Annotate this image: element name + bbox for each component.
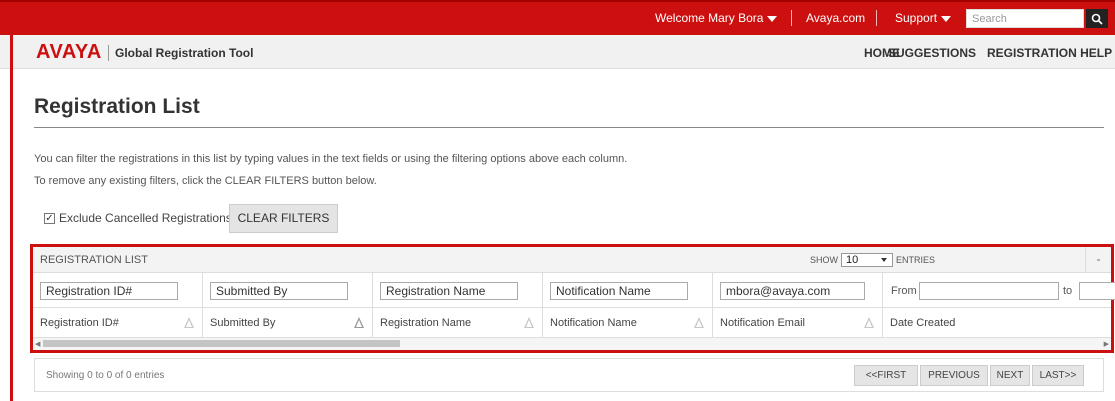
registration-list-panel: REGISTRATION LIST SHOW 10 ENTRIES - Regi… [30, 244, 1115, 353]
column-label: Notification Name [550, 317, 637, 329]
main-header: AVAYA Global Registration Tool HOME SUGG… [0, 35, 1115, 69]
exclude-cancelled-label: Exclude Cancelled Registrations [59, 211, 232, 225]
first-page-button[interactable]: <<FIRST [854, 365, 918, 386]
search-input[interactable]: Search [966, 9, 1084, 28]
column-header-notification-name[interactable]: Notification Name [543, 308, 713, 338]
showing-entries-text: Showing 0 to 0 of 0 entries [46, 370, 165, 381]
date-from-input[interactable] [919, 282, 1059, 300]
support-label: Support [895, 11, 938, 25]
entries-label: ENTRIES [896, 255, 936, 265]
top-utility-bar: Welcome Mary Bora Avaya.com Support Sear… [0, 0, 1115, 35]
show-label: SHOW [810, 255, 838, 265]
exclude-cancelled-option[interactable]: ✓ Exclude Cancelled Registrations [44, 211, 232, 225]
filter-cell: Submitted By [203, 273, 373, 308]
scroll-left-icon[interactable]: ◀ [35, 340, 40, 348]
collapse-button[interactable]: - [1085, 247, 1111, 272]
column-header-registration-name[interactable]: Registration Name [373, 308, 543, 338]
date-to-input[interactable] [1079, 282, 1115, 300]
last-page-button[interactable]: LAST>> [1032, 365, 1084, 386]
previous-page-button[interactable]: PREVIOUS [920, 365, 988, 386]
column-header-registration-id[interactable]: Registration ID# [33, 308, 203, 338]
notification-name-filter[interactable]: Notification Name [550, 282, 688, 300]
column-header-row: Registration ID# Submitted By Registrati… [33, 308, 1111, 338]
app-title: Global Registration Tool [115, 46, 254, 60]
entries-value: 10 [846, 254, 859, 266]
from-label: From [891, 285, 917, 297]
filter-cell: Registration Name [373, 273, 543, 308]
entries-control: SHOW 10 ENTRIES [810, 253, 935, 267]
date-filter-cell: From to [883, 273, 1115, 308]
entries-select[interactable]: 10 [841, 253, 893, 267]
highlight-guide [10, 35, 13, 401]
filter-row: Registration ID# Submitted By Registrati… [33, 273, 1115, 308]
panel-header: REGISTRATION LIST SHOW 10 ENTRIES - [33, 247, 1111, 273]
sort-icon[interactable] [354, 317, 364, 328]
avaya-logo[interactable]: AVAYA [36, 41, 102, 64]
nav-registration-help[interactable]: REGISTRATION HELP [987, 46, 1112, 60]
column-label: Notification Email [720, 317, 805, 329]
column-header-date-created[interactable]: Date Created [883, 308, 1111, 338]
registration-name-filter[interactable]: Registration Name [380, 282, 518, 300]
panel-title: REGISTRATION LIST [40, 254, 148, 266]
clear-filters-button[interactable]: CLEAR FILTERS [229, 204, 338, 233]
to-label: to [1063, 285, 1073, 297]
column-label: Registration Name [380, 317, 472, 329]
horizontal-scrollbar[interactable]: ◀ ▶ [33, 338, 1111, 350]
page-title: Registration List [34, 95, 200, 118]
title-divider [34, 127, 1104, 128]
search-button[interactable] [1086, 9, 1108, 28]
caret-down-icon [941, 15, 952, 22]
filter-cell: Registration ID# [33, 273, 203, 308]
sort-icon[interactable] [694, 317, 704, 328]
column-label: Date Created [890, 317, 956, 329]
avaya-link[interactable]: Avaya.com [806, 11, 865, 25]
filter-cell: mbora@avaya.com [713, 273, 883, 308]
column-label: Registration ID# [40, 317, 119, 329]
registration-id-filter[interactable]: Registration ID# [40, 282, 178, 300]
support-menu[interactable]: Support [895, 11, 952, 25]
next-page-button[interactable]: NEXT [990, 365, 1030, 386]
welcome-menu[interactable]: Welcome Mary Bora [655, 11, 778, 25]
caret-down-icon [767, 15, 778, 22]
sort-icon[interactable] [864, 317, 874, 328]
filter-cell: Notification Name [543, 273, 713, 308]
instruction-text: To remove any existing filters, click th… [34, 175, 377, 187]
chevron-down-icon [881, 258, 887, 262]
sort-icon[interactable] [524, 317, 534, 328]
column-label: Submitted By [210, 317, 276, 329]
column-header-submitted-by[interactable]: Submitted By [203, 308, 373, 338]
scroll-right-icon[interactable]: ▶ [1104, 340, 1109, 348]
submitted-by-filter[interactable]: Submitted By [210, 282, 348, 300]
scroll-thumb[interactable] [43, 340, 400, 347]
search-icon [1091, 13, 1103, 25]
divider [108, 45, 109, 61]
exclude-cancelled-checkbox[interactable]: ✓ [44, 212, 55, 224]
notification-email-filter[interactable]: mbora@avaya.com [720, 282, 865, 300]
sort-icon[interactable] [184, 317, 194, 328]
welcome-label: Welcome Mary Bora [655, 11, 764, 25]
instruction-text: You can filter the registrations in this… [34, 153, 628, 165]
table-footer: Showing 0 to 0 of 0 entries <<FIRST PREV… [34, 358, 1104, 392]
column-header-notification-email[interactable]: Notification Email [713, 308, 883, 338]
nav-suggestions[interactable]: SUGGESTIONS [888, 46, 976, 60]
divider [876, 10, 877, 26]
divider [791, 10, 792, 26]
